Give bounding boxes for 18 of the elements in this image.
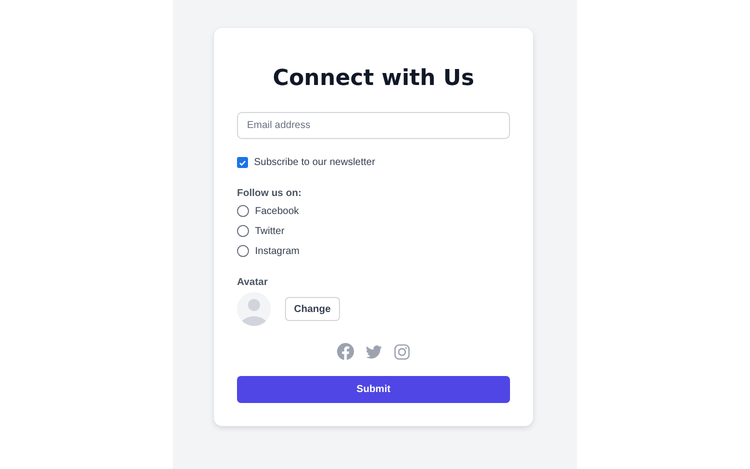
radio-label: Instagram (255, 246, 300, 256)
newsletter-checkbox[interactable] (237, 157, 248, 168)
bird-icon[interactable] (365, 344, 383, 360)
radio-button[interactable] (237, 205, 249, 217)
change-button[interactable]: Change (285, 297, 340, 321)
checkbox-label: Subscribe to our newsletter (254, 157, 376, 168)
facebook-icon[interactable] (337, 343, 354, 360)
radio-button[interactable] (237, 225, 249, 237)
email-field[interactable]: Email address (237, 112, 510, 139)
radio-label: Twitter (255, 226, 284, 236)
avatar-icon (237, 292, 271, 326)
radio-button[interactable] (237, 245, 249, 257)
form-title: Connect with Us (272, 66, 474, 91)
radio-label: Facebook (255, 206, 299, 216)
submit-button[interactable]: Submit (237, 376, 510, 403)
section-label: Follow us on: (237, 188, 302, 199)
camera-icon[interactable] (394, 344, 410, 360)
section-label: Avatar (237, 277, 268, 288)
